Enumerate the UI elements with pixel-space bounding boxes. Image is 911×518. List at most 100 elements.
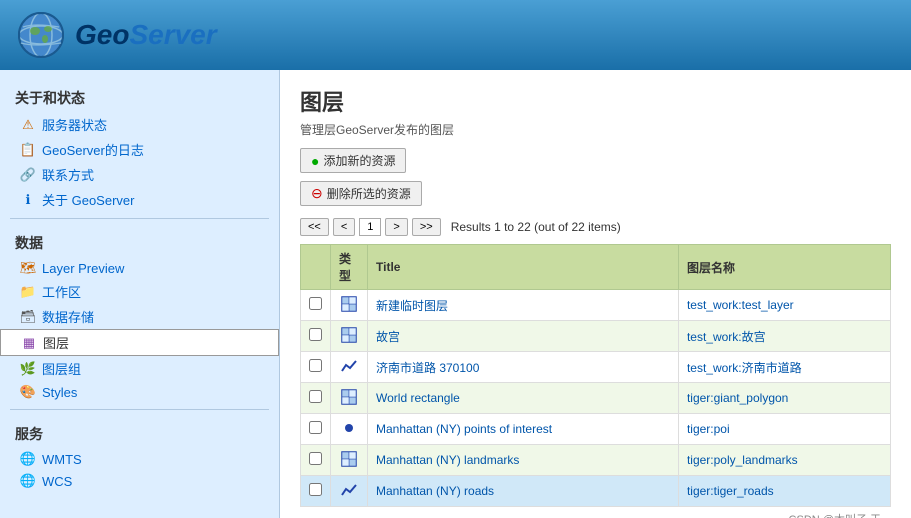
- page-title: 图层: [300, 85, 891, 117]
- row-title-cell[interactable]: 故宫: [368, 321, 679, 352]
- sidebar-item-contact[interactable]: 🔗 联系方式: [0, 162, 279, 187]
- row-checkbox[interactable]: [309, 328, 322, 341]
- page-subtitle: 管理层GeoServer发布的图层: [300, 121, 891, 138]
- styles-icon: 🎨: [20, 384, 36, 400]
- prev-page-button[interactable]: <: [333, 218, 355, 236]
- sidebar-item-layer-groups[interactable]: 🌿 图层组: [0, 356, 279, 381]
- main-content: 图层 管理层GeoServer发布的图层 ● 添加新的资源 ⊖ 删除所选的资源 …: [280, 70, 911, 518]
- row-checkbox-cell: [301, 290, 331, 321]
- row-type-cell: [331, 321, 368, 352]
- row-name-cell[interactable]: test_work:济南市道路: [678, 352, 890, 383]
- row-title-cell[interactable]: 新建临时图层: [368, 290, 679, 321]
- pagination-info: Results 1 to 22 (out of 22 items): [451, 220, 621, 234]
- table-row: Manhattan (NY) roads tiger:tiger_roads: [301, 476, 891, 507]
- row-type-cell: [331, 290, 368, 321]
- row-name-cell[interactable]: test_work:故宫: [678, 321, 890, 352]
- network-icon: 🔗: [20, 167, 36, 183]
- last-page-button[interactable]: >>: [412, 218, 441, 236]
- sidebar-item-wcs[interactable]: 🌐 WCS: [0, 470, 279, 492]
- col-checkbox: [301, 245, 331, 290]
- type-icon: [339, 387, 359, 407]
- section-title-about: 关于和状态: [0, 80, 279, 112]
- row-checkbox[interactable]: [309, 297, 322, 310]
- col-title: Title: [368, 245, 679, 290]
- table-row: Manhattan (NY) points of interest tiger:…: [301, 414, 891, 445]
- remove-resource-button[interactable]: ⊖ 删除所选的资源: [300, 181, 422, 206]
- sidebar: 关于和状态 ⚠ 服务器状态 📋 GeoServer的日志 🔗 联系方式 ℹ 关于…: [0, 70, 280, 518]
- divider-1: [10, 218, 269, 219]
- row-checkbox[interactable]: [309, 421, 322, 434]
- layers-table: 类型 Title 图层名称 新建临时图层 test_work:test_laye…: [300, 244, 891, 507]
- add-icon: ●: [311, 153, 319, 169]
- workspace-icon: 📁: [20, 284, 36, 300]
- sidebar-item-about[interactable]: ℹ 关于 GeoServer: [0, 187, 279, 212]
- current-page: 1: [359, 218, 381, 236]
- wcs-icon: 🌐: [20, 473, 36, 489]
- row-name-cell[interactable]: tiger:poly_landmarks: [678, 445, 890, 476]
- sidebar-item-data-stores[interactable]: 🗃 数据存储: [0, 304, 279, 329]
- next-page-button[interactable]: >: [385, 218, 407, 236]
- layer-icon: ▦: [21, 335, 37, 351]
- row-name-cell[interactable]: test_work:test_layer: [678, 290, 890, 321]
- sidebar-item-server-status[interactable]: ⚠ 服务器状态: [0, 112, 279, 137]
- col-type: 类型: [331, 245, 368, 290]
- sidebar-item-workspaces[interactable]: 📁 工作区: [0, 279, 279, 304]
- row-name-cell[interactable]: tiger:poi: [678, 414, 890, 445]
- sidebar-item-wmts[interactable]: 🌐 WMTS: [0, 448, 279, 470]
- row-checkbox-cell: [301, 476, 331, 507]
- section-title-services: 服务: [0, 416, 279, 448]
- warning-icon: ⚠: [20, 117, 36, 133]
- table-row: 故宫 test_work:故宫: [301, 321, 891, 352]
- layergroup-icon: 🌿: [20, 361, 36, 377]
- row-checkbox-cell: [301, 383, 331, 414]
- log-icon: 📋: [20, 142, 36, 158]
- row-checkbox[interactable]: [309, 452, 322, 465]
- type-icon: [339, 480, 359, 500]
- row-type-cell: [331, 476, 368, 507]
- logo-globe-icon: [15, 9, 67, 61]
- sidebar-item-geoserver-log[interactable]: 📋 GeoServer的日志: [0, 137, 279, 162]
- sidebar-item-layer-preview[interactable]: 🗺 Layer Preview: [0, 257, 279, 279]
- row-checkbox[interactable]: [309, 483, 322, 496]
- type-icon: [339, 325, 359, 345]
- first-page-button[interactable]: <<: [300, 218, 329, 236]
- sidebar-item-styles[interactable]: 🎨 Styles: [0, 381, 279, 403]
- remove-icon: ⊖: [311, 185, 323, 202]
- table-header-row: 类型 Title 图层名称: [301, 245, 891, 290]
- row-checkbox[interactable]: [309, 359, 322, 372]
- row-checkbox-cell: [301, 321, 331, 352]
- row-checkbox-cell: [301, 352, 331, 383]
- row-type-cell: [331, 414, 368, 445]
- row-title-cell[interactable]: Manhattan (NY) landmarks: [368, 445, 679, 476]
- table-row: Manhattan (NY) landmarks tiger:poly_land…: [301, 445, 891, 476]
- type-icon: [339, 449, 359, 469]
- col-name: 图层名称: [678, 245, 890, 290]
- row-name-cell[interactable]: tiger:tiger_roads: [678, 476, 890, 507]
- table-row: World rectangle tiger:giant_polygon: [301, 383, 891, 414]
- add-resource-button[interactable]: ● 添加新的资源: [300, 148, 406, 173]
- type-icon: [339, 356, 359, 376]
- table-row: 济南市道路 370100 test_work:济南市道路: [301, 352, 891, 383]
- row-title-cell[interactable]: 济南市道路 370100: [368, 352, 679, 383]
- row-title-cell[interactable]: World rectangle: [368, 383, 679, 414]
- pagination: << < 1 > >> Results 1 to 22 (out of 22 i…: [300, 218, 891, 236]
- type-icon: [339, 294, 359, 314]
- type-icon: [339, 418, 359, 438]
- wmts-icon: 🌐: [20, 451, 36, 467]
- sidebar-item-layers[interactable]: ▦ 图层: [0, 329, 279, 356]
- row-type-cell: [331, 383, 368, 414]
- header: GeoServer: [0, 0, 911, 70]
- watermark: CSDN @木叫子 于: [300, 511, 891, 518]
- row-title-cell[interactable]: Manhattan (NY) roads: [368, 476, 679, 507]
- row-type-cell: [331, 352, 368, 383]
- logo-text: GeoServer: [75, 19, 217, 51]
- row-type-cell: [331, 445, 368, 476]
- info-icon: ℹ: [20, 192, 36, 208]
- store-icon: 🗃: [20, 309, 36, 325]
- row-checkbox[interactable]: [309, 390, 322, 403]
- preview-icon: 🗺: [20, 260, 36, 276]
- row-checkbox-cell: [301, 414, 331, 445]
- row-name-cell[interactable]: tiger:giant_polygon: [678, 383, 890, 414]
- divider-2: [10, 409, 269, 410]
- row-title-cell[interactable]: Manhattan (NY) points of interest: [368, 414, 679, 445]
